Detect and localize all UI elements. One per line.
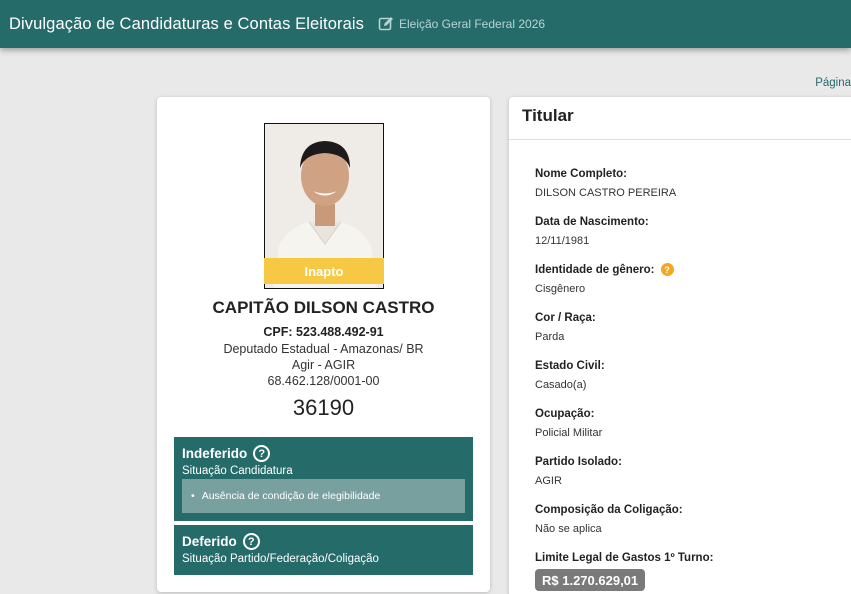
candidate-number: 36190 [292,395,355,420]
field-label: Composição da Coligação: [535,504,683,516]
spending-limit-label: Limite Legal de Gastos 1º Turno: [535,552,714,564]
field-label: Ocupação: [535,408,595,420]
help-icon[interactable]: ? [242,533,260,550]
field-value: AGIR [535,475,562,487]
top-app-bar: Divulgação de Candidaturas e Contas Elei… [0,0,851,48]
field-value: Não se aplica [535,523,602,535]
field-value: Casado(a) [535,379,587,391]
help-icon[interactable]: ? [253,445,271,462]
candidate-card: Inapto CAPITÃO DILSON CASTRO CPF: 523.48… [157,97,490,592]
app-title: Divulgação de Candidaturas e Contas Elei… [9,14,364,33]
field-label: Estado Civil: [535,360,605,372]
field-value: DILSON CASTRO PEREIRA [535,187,677,199]
candidacy-status-subtitle: Situação Candidatura [182,465,293,477]
section-title: Titular [522,106,574,125]
field-label: Partido Isolado: [535,456,622,468]
titular-details-card: Titular Nome Completo: DILSON CASTRO PER… [509,97,851,594]
election-name[interactable]: Eleição Geral Federal 2026 [399,17,545,31]
field-value: Cisgênero [535,283,586,295]
field-label: Data de Nascimento: [535,216,649,228]
gender-identity-label: Identidade de gênero: ? [535,263,674,276]
candidacy-status-box: Indeferido ? Situação Candidatura • Ausê… [174,437,473,521]
pagination-label[interactable]: Página [815,77,851,89]
status-badge: Inapto [264,258,384,284]
party-status-subtitle: Situação Partido/Federação/Coligação [182,553,379,565]
field-label: Cor / Raça: [535,312,596,324]
field-label: Nome Completo: [535,168,627,180]
candidacy-status-title: Indeferido [182,446,248,461]
party-status-title: Deferido [182,534,237,549]
field-value: 12/11/1981 [535,235,590,247]
candidate-party: Agir - AGIR [291,358,356,372]
candidate-cpf: CPF: 523.488.492-91 [263,325,384,339]
field-value: Policial Militar [535,427,603,439]
divider [509,139,851,140]
candidacy-reason: • Ausência de condição de elegibilidade [182,479,465,513]
edit-icon[interactable] [378,16,394,32]
bullet-icon: • [191,490,195,502]
candidate-cnpj: 68.462.128/0001-00 [267,374,380,388]
party-status-box: Deferido ? Situação Partido/Federação/Co… [174,525,473,575]
spending-limit-badge: R$ 1.270.629,01 [535,569,646,591]
info-icon[interactable]: ? [660,263,674,276]
field-label: Identidade de gênero: [535,263,655,276]
candidate-office: Deputado Estadual - Amazonas/ BR [223,342,424,356]
field-value: Parda [535,331,565,343]
candidacy-reason-text: Ausência de condição de elegibilidade [201,490,381,502]
candidate-name: CAPITÃO DILSON CASTRO [212,298,435,317]
